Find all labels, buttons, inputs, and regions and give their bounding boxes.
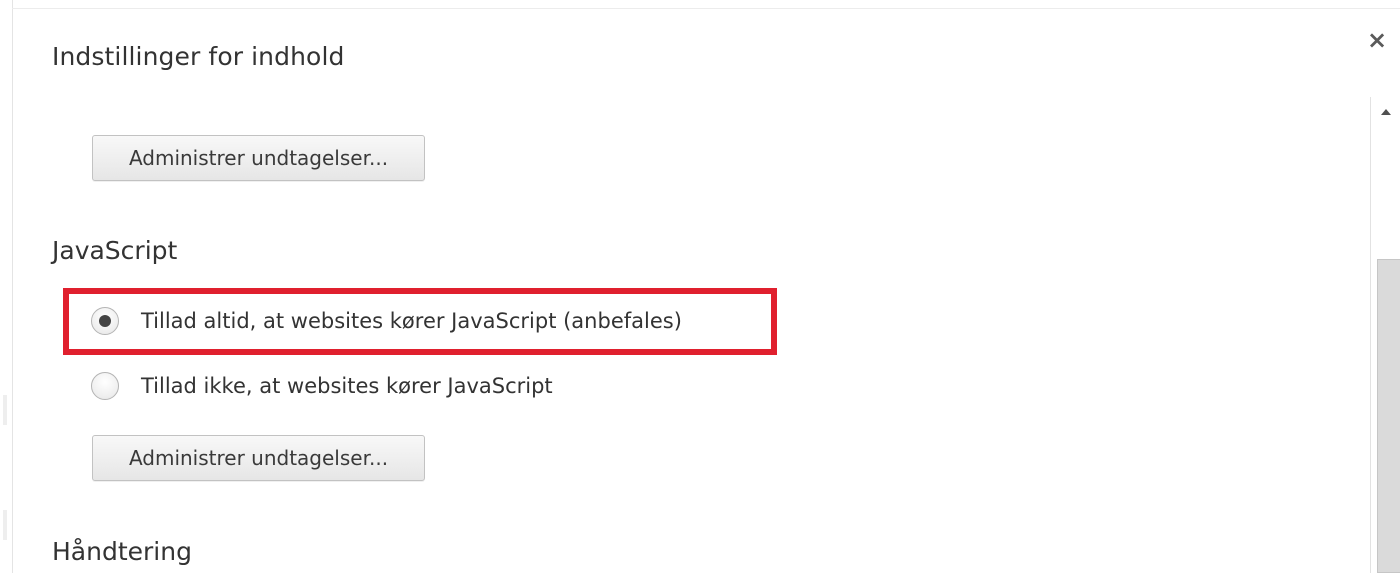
vertical-scrollbar[interactable] [1370,97,1400,573]
handling-section-heading: Håndtering [52,537,192,566]
radio-allow-javascript-label: Tillad altid, at websites kører JavaScri… [141,309,682,333]
radio-button-selected[interactable] [91,307,119,335]
background-page-edge [0,0,13,573]
manage-exceptions-button[interactable]: Administrer undtagelser... [92,135,425,181]
radio-allow-javascript[interactable]: Tillad altid, at websites kører JavaScri… [91,305,682,337]
radio-block-javascript[interactable]: Tillad ikke, at websites kører JavaScrip… [91,370,553,402]
dialog-top-border [12,8,1400,9]
radio-block-javascript-label: Tillad ikke, at websites kører JavaScrip… [141,374,553,398]
content-settings-dialog: Indstillinger for indhold × Administrer … [0,0,1400,573]
radio-button-unselected[interactable] [91,372,119,400]
triangle-up-icon [1381,109,1391,115]
scroll-up-button[interactable] [1371,97,1400,127]
radio-dot-icon [99,315,111,327]
dialog-title: Indstillinger for indhold [52,42,345,71]
background-page-mark [3,395,7,425]
javascript-manage-exceptions-button[interactable]: Administrer undtagelser... [92,435,425,481]
scrollbar-thumb[interactable] [1377,259,1400,573]
javascript-section-heading: JavaScript [52,236,178,265]
close-icon[interactable]: × [1363,26,1391,54]
background-page-mark [3,510,7,540]
